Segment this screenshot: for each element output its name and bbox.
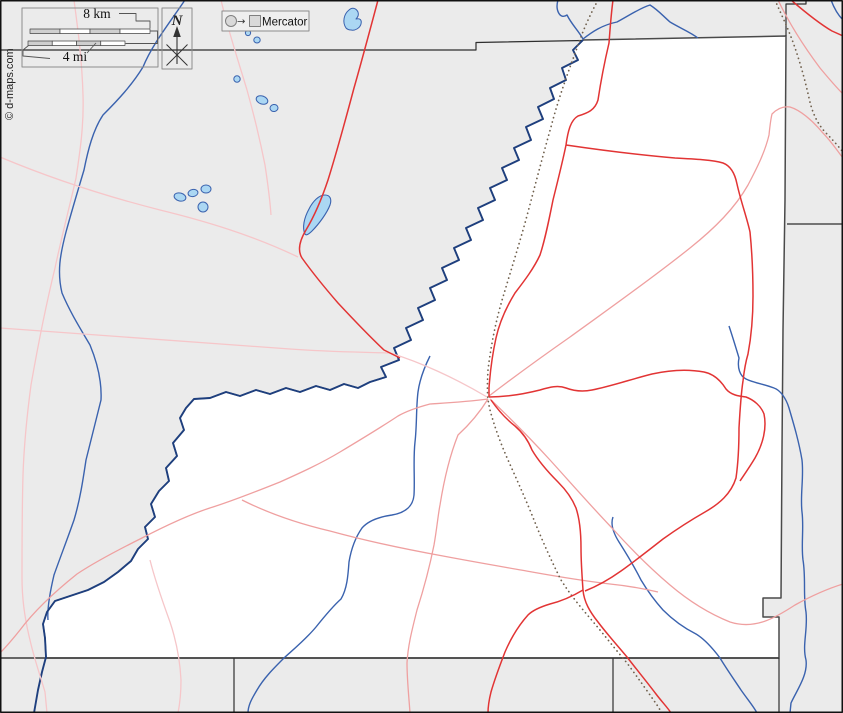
- projection-square-icon: [250, 16, 261, 27]
- lake-cluster-d: [198, 202, 208, 212]
- scale-mi-segment-4: [101, 41, 125, 46]
- scale-mi-label: 4 mi: [63, 49, 88, 64]
- scale-mi-segment-3: [77, 41, 101, 46]
- lake-cluster-c: [201, 185, 211, 193]
- projection-circle-icon: [226, 16, 237, 27]
- scale-mi-segment-2: [52, 41, 76, 46]
- scale-km-segment-2: [60, 29, 90, 34]
- county-map-svg: 8 km 4 mi N → Mercator © d-maps.com: [0, 0, 843, 713]
- projection-label: Mercator: [262, 17, 308, 29]
- projection-arrow-icon: →: [237, 17, 245, 28]
- map-canvas: 8 km 4 mi N → Mercator © d-maps.com: [0, 0, 843, 713]
- scale-km-segment-1: [30, 29, 60, 34]
- map-layers: [0, 0, 843, 713]
- lake-tiny-b: [254, 37, 260, 43]
- north-label: N: [171, 13, 184, 29]
- scale-km-segment-3: [90, 29, 120, 34]
- scale-km-segment-4: [120, 29, 150, 34]
- scale-km-label: 8 km: [83, 6, 111, 21]
- attribution: © d-maps.com: [4, 48, 16, 120]
- scale-mi-segment-1: [28, 41, 52, 46]
- lake-small-dot: [234, 76, 240, 82]
